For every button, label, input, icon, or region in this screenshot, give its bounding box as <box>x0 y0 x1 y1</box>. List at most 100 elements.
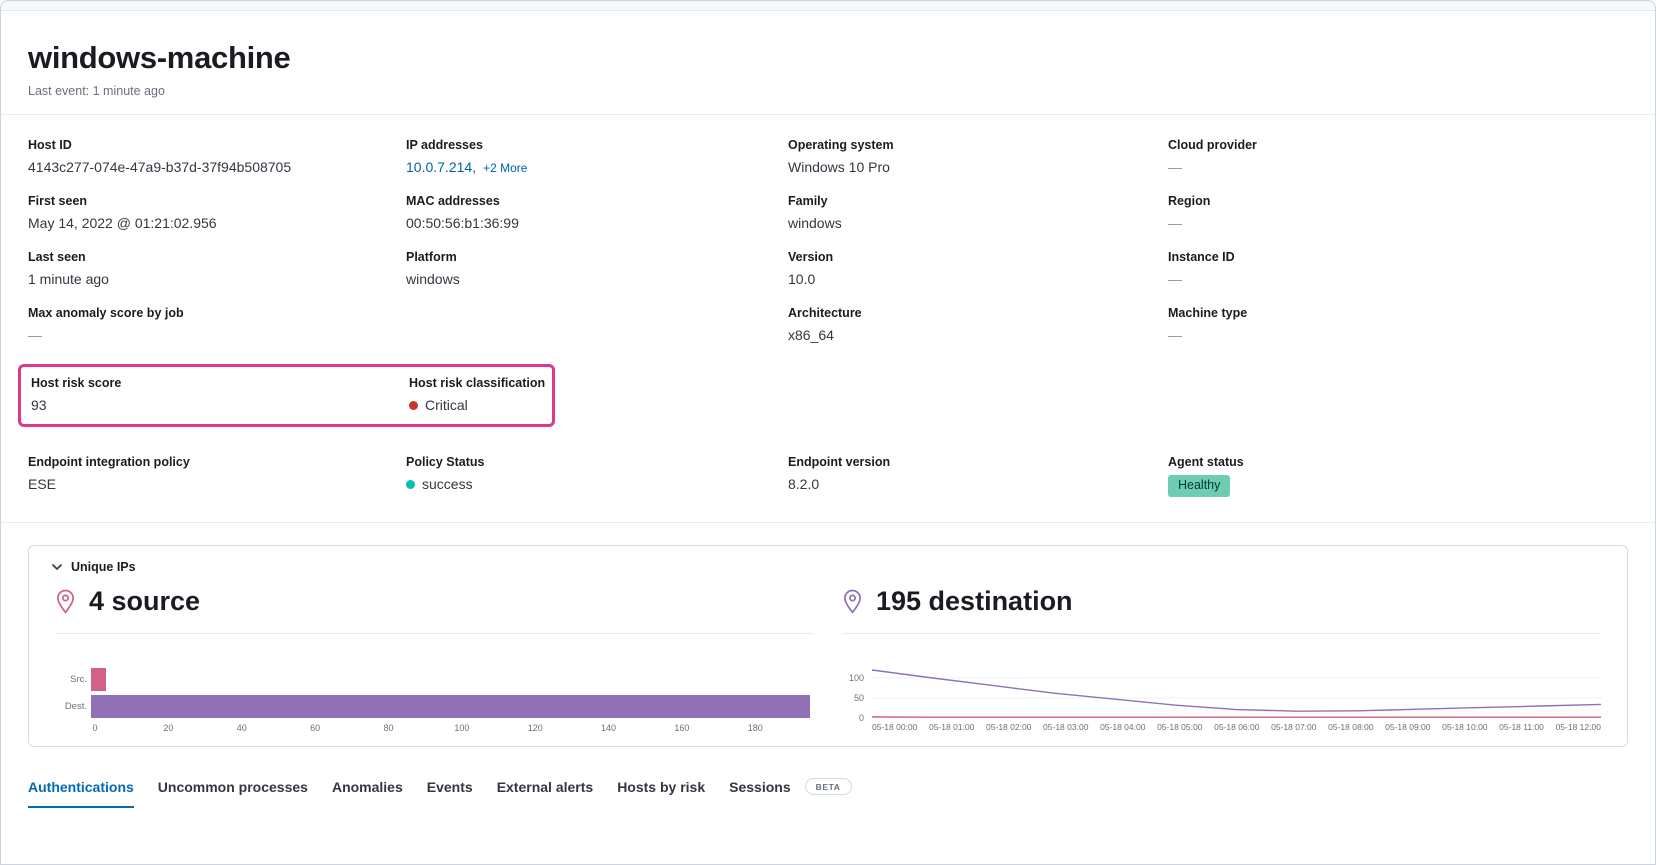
field-agent-status: Agent statusHealthy <box>1168 455 1628 497</box>
field-host-risk-score: Host risk score 93 <box>31 376 409 415</box>
field-label: Host risk score <box>31 376 409 390</box>
chevron-down-icon[interactable] <box>51 561 63 573</box>
ip-address-link[interactable]: 10.0.7.214, <box>406 159 476 175</box>
tab-authentications[interactable]: Authentications <box>28 779 134 808</box>
x-axis-tick-label: 180 <box>748 723 763 733</box>
x-axis-tick-label: 05-18 09:00 <box>1385 722 1430 732</box>
x-axis-tick-label: 100 <box>454 723 469 733</box>
more-ips-link[interactable]: +2 More <box>483 161 527 175</box>
field-label: Host risk classification <box>409 376 552 390</box>
field-value: — <box>1168 270 1628 289</box>
field-label: Cloud provider <box>1168 138 1628 152</box>
field-label: First seen <box>28 194 406 208</box>
success-status-dot-icon <box>406 480 415 489</box>
field-platform: Platform windows <box>406 250 788 289</box>
field-instance-id: Instance ID — <box>1168 250 1628 289</box>
field-value: 10.0 <box>788 270 1168 289</box>
field-label: Endpoint version <box>788 455 1168 469</box>
field-version: Version10.0 <box>788 250 1168 289</box>
destination-ips-section: 195 destination 050100 05-18 00:0005-18 … <box>828 578 1615 736</box>
bar-chart-row: Dest. <box>55 693 814 720</box>
field-value: 8.2.0 <box>788 475 1168 494</box>
tab-bar: Authentications Uncommon processes Anomali… <box>28 779 1628 808</box>
field-label: Host ID <box>28 138 406 152</box>
x-axis-tick-label: 05-18 03:00 <box>1043 722 1088 732</box>
tab-anomalies[interactable]: Anomalies <box>332 779 403 808</box>
field-value: May 14, 2022 @ 01:21:02.956 <box>28 214 406 233</box>
field-label: Max anomaly score by job <box>28 306 406 320</box>
field-value: windows <box>406 270 788 289</box>
bar-track <box>91 695 814 718</box>
field-label: Family <box>788 194 1168 208</box>
map-pin-icon <box>842 589 863 614</box>
overview-column: Operating systemWindows 10 Pro Family wind… <box>788 138 1168 362</box>
field-endpoint-version: Endpoint version 8.2.0 <box>788 455 1168 494</box>
host-details-page: windows-machine Last event: 1 minute ago… <box>0 0 1656 865</box>
tab-external-alerts[interactable]: External alerts <box>497 779 594 808</box>
x-axis-tick-label: 160 <box>674 723 689 733</box>
unique-ips-bar-chart: Src.Dest. 020406080100120140160180 <box>55 666 814 736</box>
unique-ips-panel: Unique IPs 4 source Src.Dest. 0204060801… <box>28 545 1628 747</box>
field-architecture: Architecture x86_64 <box>788 306 1168 345</box>
field-first-seen: First seen May 14, 2022 @ 01:21:02.956 <box>28 194 406 233</box>
field-value: windows <box>788 214 1168 233</box>
host-risk-classification-value: Critical <box>409 396 552 415</box>
x-axis-tick-label: 05-18 01:00 <box>929 722 974 732</box>
y-axis-tick-label: 0 <box>859 713 864 723</box>
page-title: windows-machine <box>28 40 1628 76</box>
overview-column: IP addresses 10.0.7.214, +2 More MAC addres… <box>406 138 788 306</box>
beta-badge: BETA <box>805 778 852 795</box>
field-label: Platform <box>406 250 788 264</box>
field-host-id: Host ID4143c277-074e-47a9-b37d-37f94b508… <box>28 138 406 177</box>
field-operating-system: Operating systemWindows 10 Pro <box>788 138 1168 177</box>
field-value: — <box>1168 214 1628 233</box>
field-machine-type: Machine type— <box>1168 306 1628 345</box>
bar-category-label: Dest. <box>55 701 91 712</box>
line-chart-x-axis: 05-18 00:0005-18 01:0005-18 02:0005-18 0… <box>872 722 1601 732</box>
field-label: Endpoint integration policy <box>28 455 406 469</box>
classification-text: Critical <box>425 397 468 413</box>
host-risk-highlight: Host risk score 93 Host risk classificat… <box>18 364 555 428</box>
field-label: Instance ID <box>1168 250 1628 264</box>
field-label: MAC addresses <box>406 194 788 208</box>
unique-ips-title: Unique IPs <box>71 560 136 574</box>
x-axis-tick-label: 05-18 04:00 <box>1100 722 1145 732</box>
field-last-seen: Last seen1 minute ago <box>28 250 406 289</box>
field-label: Last seen <box>28 250 406 264</box>
page-content: windows-machine Last event: 1 minute ago… <box>1 11 1655 808</box>
x-axis-tick-label: 120 <box>528 723 543 733</box>
map-pin-icon <box>55 589 76 614</box>
bar-dest <box>91 695 810 718</box>
tab-uncommon-processes[interactable]: Uncommon processes <box>158 779 308 808</box>
x-axis-tick-label: 20 <box>163 723 173 733</box>
unique-ips-line-chart: 050100 05-18 00:0005-18 01:0005-18 02:00… <box>842 666 1601 732</box>
overview-column: Host ID4143c277-074e-47a9-b37d-37f94b508… <box>28 138 406 362</box>
field-max-anomaly-score-by-job: Max anomaly score by job— <box>28 306 406 345</box>
line-chart-plot-area: 050100 <box>842 666 1601 718</box>
field-label: Architecture <box>788 306 1168 320</box>
tab-events[interactable]: Events <box>427 779 473 808</box>
unique-ips-panel-header: Unique IPs <box>41 560 1615 574</box>
field-label: Agent status <box>1168 455 1628 469</box>
field-value: 00:50:56:b1:36:99 <box>406 214 788 233</box>
overview-column: Cloud provider—Region—Instance ID—Machin… <box>1168 138 1628 362</box>
field-value: — <box>1168 158 1628 177</box>
tab-sessions[interactable]: Sessions <box>729 779 790 808</box>
field-value: 10.0.7.214, +2 More <box>406 158 788 177</box>
field-label: Policy Status <box>406 455 788 469</box>
field-ip-addresses: IP addresses 10.0.7.214, +2 More <box>406 138 788 177</box>
x-axis-tick-label: 140 <box>601 723 616 733</box>
status-text: success <box>422 476 473 492</box>
header-divider <box>1 114 1655 115</box>
field-label: Operating system <box>788 138 1168 152</box>
x-axis-tick-label: 80 <box>383 723 393 733</box>
field-label: IP addresses <box>406 138 788 152</box>
x-axis-tick-label: 05-18 11:00 <box>1499 722 1544 732</box>
last-event-text: Last event: 1 minute ago <box>28 84 1628 98</box>
source-ips-section: 4 source Src.Dest. 020406080100120140160… <box>41 578 828 736</box>
field-value: x86_64 <box>788 326 1168 345</box>
tab-hosts-by-risk[interactable]: Hosts by risk <box>617 779 705 808</box>
x-axis-tick-label: 05-18 05:00 <box>1157 722 1202 732</box>
unique-ips-body: 4 source Src.Dest. 020406080100120140160… <box>41 578 1615 736</box>
source-count-heading: 4 source <box>55 578 814 633</box>
